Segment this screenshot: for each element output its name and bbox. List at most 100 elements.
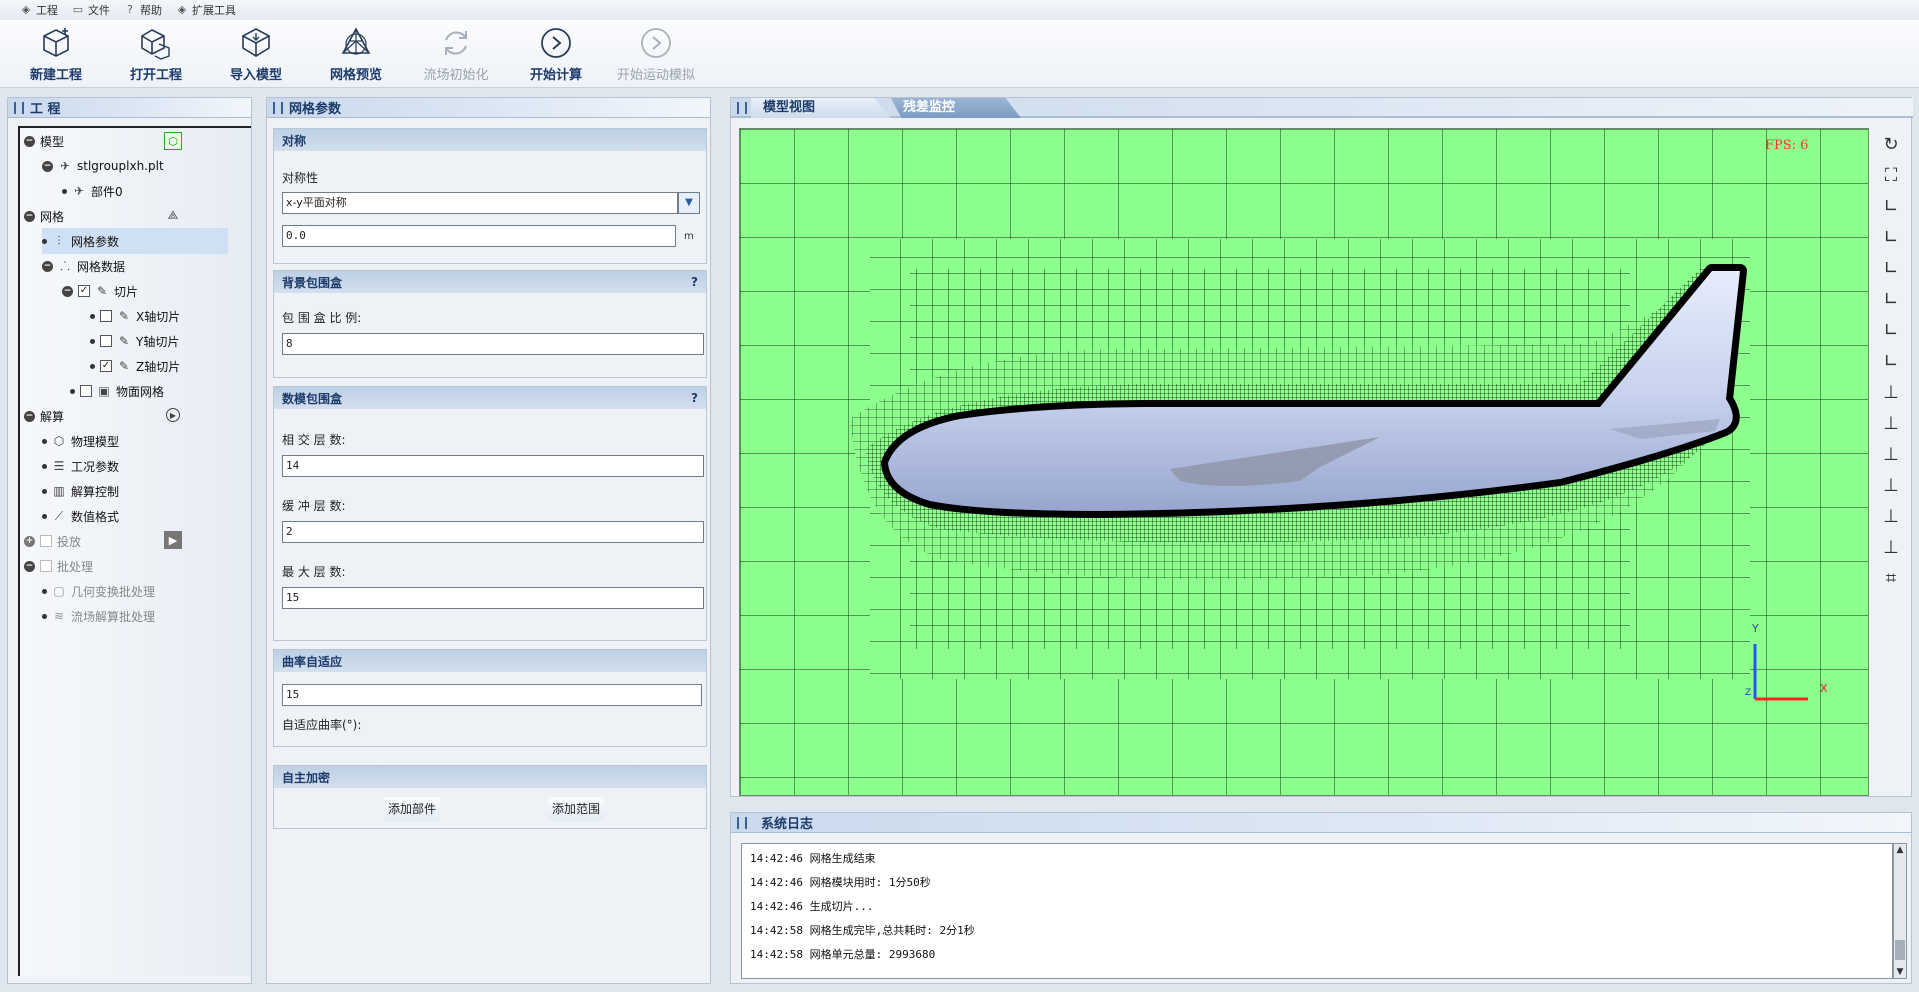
control-icon: ▥ <box>53 484 65 498</box>
refine-section: 自主加密 添加部件 添加范围 <box>273 765 707 829</box>
log-text: 网格模块用时: 1分50秒 <box>809 876 931 889</box>
view-30b-icon[interactable]: ∟ <box>1878 225 1904 251</box>
expand-icon[interactable]: + <box>24 535 35 547</box>
tree-node-numeric-format[interactable]: ⟋ 数值格式 <box>42 503 119 529</box>
tree-node-solve-control[interactable]: ▥ 解算控制 <box>42 478 119 504</box>
scroll-up-icon[interactable]: ▲ <box>1894 844 1906 856</box>
axis-x-icon[interactable]: ⊥ <box>1878 380 1904 406</box>
mesh-preview-button[interactable]: 网格预览 <box>306 20 406 86</box>
view-90c-icon[interactable]: ∟ <box>1878 349 1904 375</box>
y-slice-checkbox[interactable] <box>100 335 112 347</box>
start-motion-sim-button[interactable]: 开始运动模拟 <box>606 20 706 86</box>
collapse-icon[interactable]: − <box>42 260 53 272</box>
menu-help[interactable]: ? 帮助 <box>124 2 162 18</box>
release-checkbox[interactable] <box>40 535 52 547</box>
pin-icon[interactable] <box>737 102 747 114</box>
tree-node-surface-mesh[interactable]: ▣ 物面网格 <box>70 378 164 404</box>
tree-node-mesh-data[interactable]: − ⸫ 网格数据 <box>42 253 125 279</box>
mesh-params-panel: 网格参数 对称 对称性 x-y平面对称 ▼ 0.0 m 背景包围盒? 包 围 盒… <box>266 97 711 984</box>
chevron-down-icon[interactable]: ▼ <box>678 192 700 214</box>
collapse-icon[interactable]: − <box>24 560 35 572</box>
fit-icon[interactable]: ⛶ <box>1878 163 1904 189</box>
tree-node-label: 解算 <box>40 409 65 424</box>
view-90-icon[interactable]: ∟ <box>1878 287 1904 313</box>
scroll-down-icon[interactable]: ▼ <box>1894 966 1906 978</box>
pen-icon: ✎ <box>118 334 130 348</box>
menu-extensions[interactable]: ◈ 扩展工具 <box>176 2 236 18</box>
rotate-icon[interactable]: ↻ <box>1878 132 1904 158</box>
collapse-icon[interactable]: − <box>24 135 35 147</box>
surface-mesh-checkbox[interactable] <box>80 385 92 397</box>
scroll-thumb[interactable] <box>1895 940 1905 960</box>
tab-residual-monitor[interactable]: 残差监控 <box>891 98 1021 118</box>
symmetry-header-label: 对称 <box>282 133 307 148</box>
buffer-layers-input[interactable]: 2 <box>282 521 704 543</box>
axis-zb-icon[interactable]: ⊥ <box>1878 473 1904 499</box>
pin-icon[interactable] <box>14 101 24 114</box>
pin-icon[interactable] <box>273 101 283 114</box>
import-model-button[interactable]: 导入模型 <box>206 20 306 86</box>
add-range-button[interactable]: 添加范围 <box>548 797 605 821</box>
tree-node-stl-file[interactable]: − ✈ stlgrouplxh.plt <box>42 153 164 179</box>
tree-node-mesh[interactable]: − 网格 <box>24 203 64 229</box>
tree-node-solve[interactable]: − 解算 <box>24 403 64 429</box>
axis-yb-icon[interactable]: ⊥ <box>1878 535 1904 561</box>
symmetry-value-input[interactable]: 0.0 <box>282 225 676 247</box>
tree-node-model[interactable]: − 模型 <box>24 128 64 154</box>
collapse-icon[interactable]: − <box>24 410 35 422</box>
tree-node-flow-batch[interactable]: ≋ 流场解算批处理 <box>42 603 155 629</box>
help-icon[interactable]: ? <box>691 275 698 289</box>
chart-icon: ⟋ <box>54 509 64 523</box>
tab-model-view[interactable]: 模型视图 <box>751 98 891 118</box>
curvature-input[interactable]: 15 <box>282 684 702 706</box>
view-30c-icon[interactable]: ∟ <box>1878 256 1904 282</box>
slice-checkbox[interactable]: ✓ <box>78 285 90 297</box>
new-project-button[interactable]: 新建工程 <box>6 20 106 86</box>
max-layers-input[interactable]: 15 <box>282 587 704 609</box>
geometry-icon: ▢ <box>53 584 65 598</box>
layers-icon: ◈ <box>21 3 31 16</box>
pin-icon[interactable] <box>737 816 747 829</box>
3d-viewport[interactable]: FPS: 6 Y X Z <box>739 128 1869 796</box>
view-90b-icon[interactable]: ∟ <box>1878 318 1904 344</box>
collapse-icon[interactable]: − <box>24 210 35 222</box>
bg-box-ratio-input[interactable]: 8 <box>282 333 704 355</box>
help-icon[interactable]: ? <box>691 391 698 405</box>
tree-node-x-slice[interactable]: ✎ X轴切片 <box>90 303 180 329</box>
model-view-icon[interactable]: ⬡ <box>164 132 182 150</box>
start-compute-button[interactable]: 开始计算 <box>506 20 606 86</box>
tree-node-physics-model[interactable]: ⬡ 物理模型 <box>42 428 119 454</box>
view-30-icon[interactable]: ∟ <box>1878 194 1904 220</box>
collapse-icon[interactable]: − <box>42 160 53 172</box>
log-scrollbar[interactable]: ▲ ▼ <box>1893 843 1907 979</box>
intersect-layers-input[interactable]: 14 <box>282 455 704 477</box>
flow-init-button[interactable]: 流场初始化 <box>406 20 506 86</box>
axis-y-icon[interactable]: ⊥ <box>1878 411 1904 437</box>
tree-node-z-slice[interactable]: ✓ ✎ Z轴切片 <box>90 353 180 379</box>
tree-node-part0[interactable]: ✈ 部件0 <box>62 178 123 204</box>
add-part-button[interactable]: 添加部件 <box>384 797 441 821</box>
tree-node-mesh-params[interactable]: ⫶ 网格参数 <box>42 228 228 254</box>
tree-node-slice[interactable]: − ✓ ✎ 切片 <box>62 278 138 304</box>
symmetry-select[interactable]: x-y平面对称 <box>282 192 678 214</box>
collapse-icon[interactable]: − <box>62 285 73 297</box>
menu-project[interactable]: ◈ 工程 <box>20 2 58 18</box>
log-area[interactable]: 14:42:46 网格生成结束 14:42:46 网格模块用时: 1分50秒 1… <box>741 843 1893 979</box>
tree-node-geometry-batch[interactable]: ▢ 几何变换批处理 <box>42 578 155 604</box>
axis-xb-icon[interactable]: ⊥ <box>1878 504 1904 530</box>
menu-file[interactable]: ▭ 文件 <box>72 2 110 18</box>
batch-checkbox[interactable] <box>40 560 52 572</box>
release-play-icon[interactable]: ▶ <box>164 531 182 549</box>
fps-label: FPS: 6 <box>1765 138 1808 153</box>
tree-node-y-slice[interactable]: ✎ Y轴切片 <box>90 328 179 354</box>
crop-icon[interactable]: ⌗ <box>1878 566 1904 592</box>
play-icon[interactable]: ▶ <box>166 408 180 422</box>
axis-z-icon[interactable]: ⊥ <box>1878 442 1904 468</box>
x-slice-checkbox[interactable] <box>100 310 112 322</box>
open-project-button[interactable]: 打开工程 <box>106 20 206 86</box>
tree-node-batch[interactable]: − 批处理 <box>24 553 93 579</box>
mesh-icon[interactable]: ⟁ <box>166 208 180 222</box>
tree-node-case-params[interactable]: ☰ 工况参数 <box>42 453 119 479</box>
tree-node-release[interactable]: + 投放 <box>24 528 81 554</box>
z-slice-checkbox[interactable]: ✓ <box>100 360 112 372</box>
